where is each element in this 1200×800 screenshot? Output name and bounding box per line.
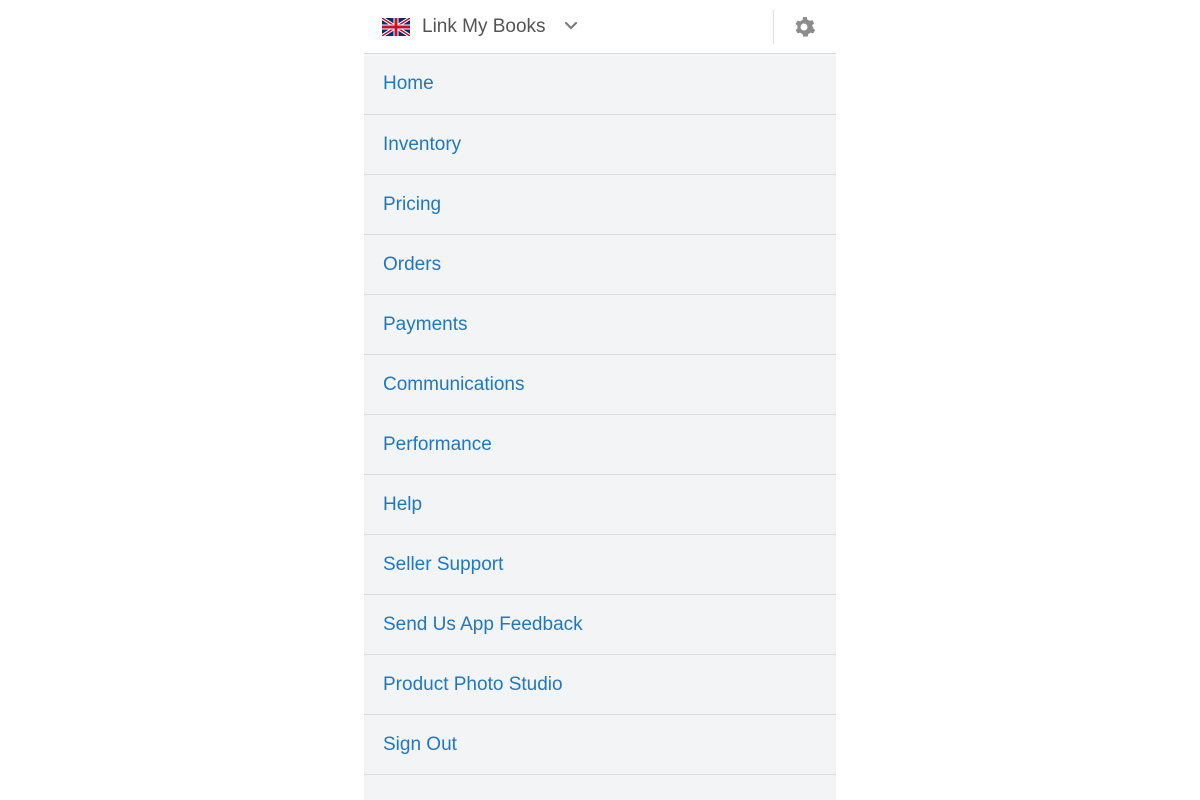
nav-list: Home Inventory Pricing Orders Payments C… [364, 53, 836, 800]
nav-item-label: Help [383, 494, 422, 516]
nav-item-label: Product Photo Studio [383, 674, 563, 696]
nav-item-inventory[interactable]: Inventory [364, 115, 836, 175]
nav-item-photo-studio[interactable]: Product Photo Studio [364, 655, 836, 715]
nav-item-label: Payments [383, 314, 467, 336]
nav-item-label: Performance [383, 434, 492, 456]
nav-item-label: Sign Out [383, 734, 457, 756]
nav-item-sign-out[interactable]: Sign Out [364, 715, 836, 775]
drawer-header: Link My Books [364, 0, 836, 53]
nav-item-label: Pricing [383, 194, 441, 216]
nav-item-label: Seller Support [383, 554, 503, 576]
account-selector-label[interactable]: Link My Books [422, 16, 546, 38]
nav-item-pricing[interactable]: Pricing [364, 175, 836, 235]
nav-item-performance[interactable]: Performance [364, 415, 836, 475]
uk-flag-icon [382, 18, 410, 36]
nav-item-app-feedback[interactable]: Send Us App Feedback [364, 595, 836, 655]
header-divider [773, 10, 774, 44]
nav-item-payments[interactable]: Payments [364, 295, 836, 355]
nav-item-orders[interactable]: Orders [364, 235, 836, 295]
navigation-drawer: Link My Books Home Inventory Pricing Ord… [364, 0, 836, 800]
gear-icon[interactable] [792, 15, 816, 39]
nav-item-help[interactable]: Help [364, 475, 836, 535]
nav-item-label: Communications [383, 374, 525, 396]
chevron-down-icon[interactable] [564, 18, 578, 36]
nav-item-seller-support[interactable]: Seller Support [364, 535, 836, 595]
nav-item-label: Send Us App Feedback [383, 614, 583, 636]
nav-item-home[interactable]: Home [364, 54, 836, 115]
nav-item-label: Home [383, 73, 434, 95]
nav-item-label: Orders [383, 254, 441, 276]
nav-item-label: Inventory [383, 134, 461, 156]
nav-item-communications[interactable]: Communications [364, 355, 836, 415]
